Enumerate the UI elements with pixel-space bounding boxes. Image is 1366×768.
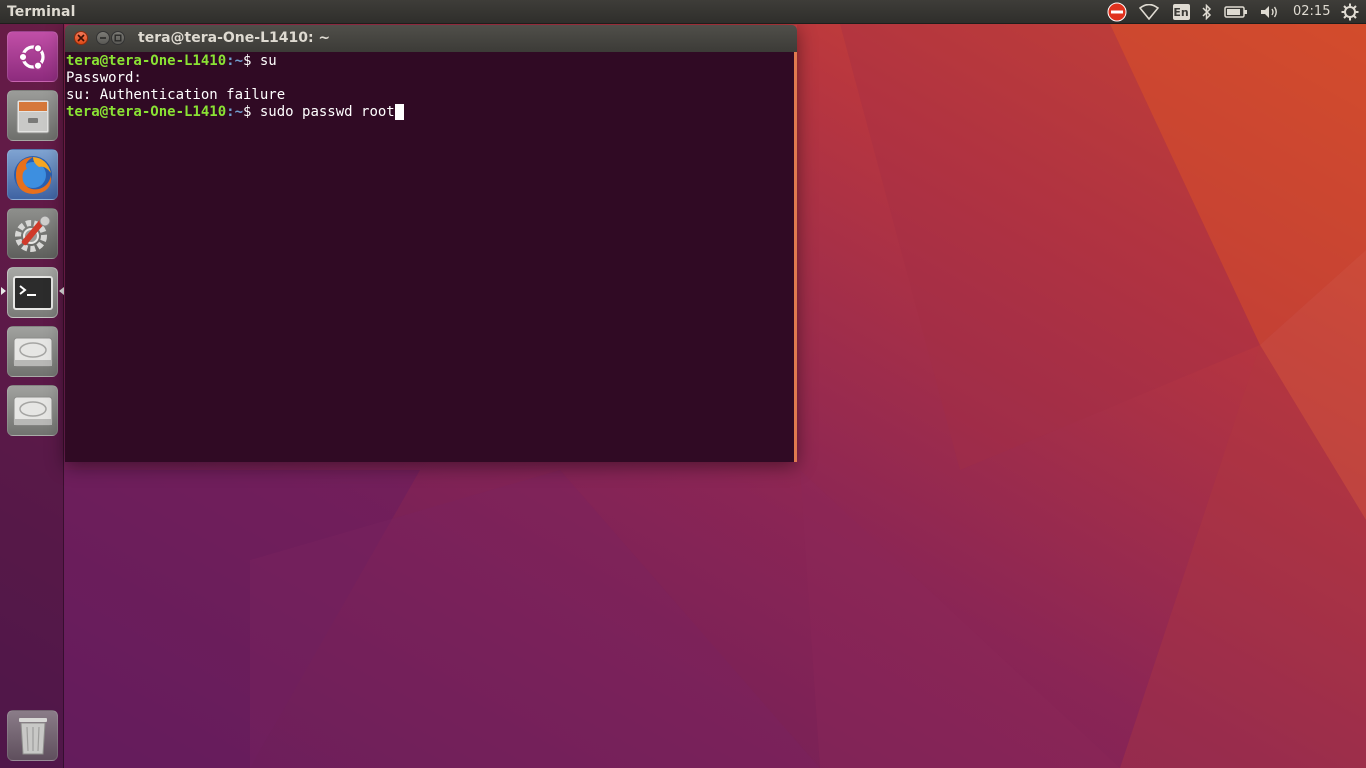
keyboard-language-icon[interactable]: En: [1169, 0, 1193, 24]
text-cursor: [394, 104, 404, 120]
terminal-line: Password:: [66, 70, 142, 86]
command-text: su: [259, 53, 277, 69]
terminal-line[interactable]: tera@tera-One-L1410:~$ sudo passwd root: [66, 104, 794, 121]
bluetooth-icon[interactable]: [1198, 0, 1216, 24]
app-menu-title[interactable]: Terminal: [7, 4, 76, 20]
top-panel: Terminal En 02:15: [0, 0, 1366, 24]
command-input[interactable]: sudo passwd root: [260, 104, 395, 120]
terminal-window[interactable]: tera@tera-One-L1410: ~ tera@tera-One-L14…: [65, 25, 797, 462]
launcher-dash-button[interactable]: [7, 31, 58, 82]
volume-icon[interactable]: [1257, 0, 1283, 24]
window-close-button[interactable]: [74, 31, 88, 45]
prompt-path: :~: [226, 53, 244, 69]
terminal-running-indicator: [1, 287, 6, 295]
power-gear-icon[interactable]: [1338, 0, 1362, 24]
terminal-focused-indicator: [59, 287, 64, 295]
firefox-icon: [13, 155, 52, 194]
ubuntu-logo-icon: [17, 43, 45, 70]
window-titlebar[interactable]: tera@tera-One-L1410: ~: [65, 25, 797, 52]
launcher-drive-1-button[interactable]: [7, 326, 58, 377]
prompt-symbol: $: [243, 53, 260, 69]
launcher-settings-button[interactable]: [7, 208, 58, 259]
launcher-firefox-button[interactable]: [7, 149, 58, 200]
battery-icon[interactable]: [1222, 0, 1250, 24]
launcher-drive-2-button[interactable]: [7, 385, 58, 436]
terminal-line: tera@tera-One-L1410:~$ su: [66, 53, 794, 70]
launcher: [0, 24, 64, 768]
trash-icon: [18, 717, 47, 754]
prompt-symbol: $: [243, 104, 260, 120]
prompt-user: tera@tera-One-L1410: [66, 104, 227, 120]
do-not-disturb-icon[interactable]: [1104, 0, 1130, 24]
window-maximize-button[interactable]: [111, 31, 125, 45]
terminal-line: su: Authentication failure: [66, 87, 286, 103]
launcher-trash-button[interactable]: [7, 710, 58, 761]
language-label: En: [1172, 4, 1190, 20]
hard-drive-icon: [13, 337, 52, 366]
launcher-terminal-button[interactable]: [7, 267, 58, 318]
launcher-files-button[interactable]: [7, 90, 58, 141]
clock[interactable]: 02:15: [1293, 4, 1330, 19]
terminal-output[interactable]: tera@tera-One-L1410:~$ su Password: su: …: [65, 52, 797, 462]
minimize-icon: [100, 37, 106, 39]
terminal-icon: [12, 275, 53, 310]
wifi-icon[interactable]: [1137, 0, 1161, 24]
maximize-icon: [114, 34, 122, 42]
window-minimize-button[interactable]: [96, 31, 110, 45]
window-title: tera@tera-One-L1410: ~: [138, 30, 331, 46]
prompt-path: :~: [226, 104, 244, 120]
prompt-user: tera@tera-One-L1410: [66, 53, 227, 69]
close-icon: [77, 34, 85, 42]
file-cabinet-icon: [16, 99, 49, 133]
hard-drive-icon: [13, 396, 52, 425]
settings-wrench-icon: [14, 215, 50, 252]
